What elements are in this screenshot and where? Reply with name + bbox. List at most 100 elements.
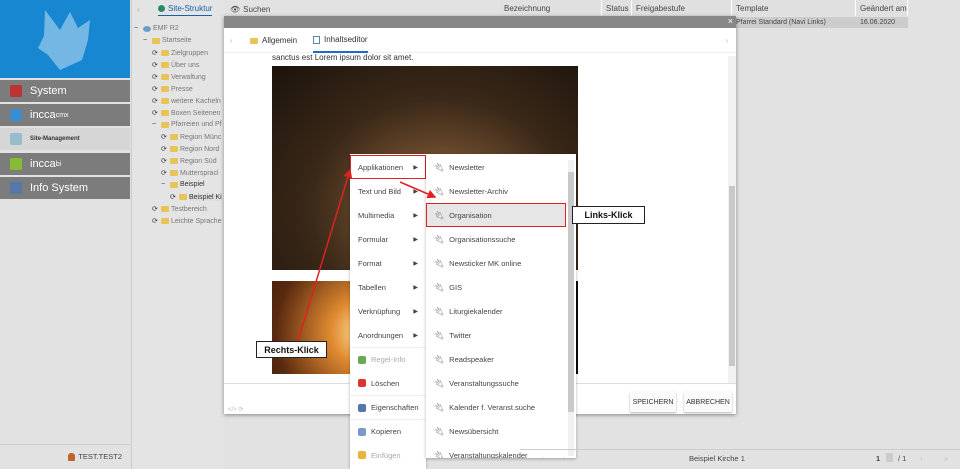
- tree-node[interactable]: ⟳ Mutterspracl: [161, 169, 219, 178]
- refresh-icon[interactable]: ⟳: [170, 193, 177, 201]
- tab-next-icon[interactable]: ›: [725, 28, 728, 53]
- tab-suchen[interactable]: 👁 Suchen: [230, 2, 270, 16]
- tree-node[interactable]: ⟳ Region Nord: [161, 145, 219, 154]
- refresh-icon[interactable]: ⟳: [161, 157, 168, 165]
- collapse-icon[interactable]: −: [134, 25, 141, 32]
- context-menu-item[interactable]: Format ▶: [350, 251, 426, 275]
- menu-item-icon: [358, 451, 366, 459]
- context-menu-item[interactable]: Formular ▶: [350, 227, 426, 251]
- context-menu-item[interactable]: Applikationen ▶: [350, 155, 426, 179]
- tree-node[interactable]: ⟳ Presse: [152, 85, 193, 94]
- tree-node[interactable]: ⟳ Boxen Seitenen: [152, 109, 220, 118]
- cell-template[interactable]: Pfarrei Standard (Navi Links): [736, 17, 856, 28]
- submenu-item[interactable]: 🔌︎ Readspeaker: [426, 347, 566, 371]
- col-bezeichnung[interactable]: Bezeichnung: [500, 0, 602, 16]
- context-menu-item[interactable]: Verknüpfung ▶: [350, 299, 426, 323]
- globe-icon: [143, 25, 151, 32]
- page-input[interactable]: 1: [876, 454, 880, 463]
- refresh-icon[interactable]: ⟳: [152, 109, 159, 117]
- plugin-icon: 🔌︎: [434, 450, 445, 459]
- submenu-item[interactable]: 🔌︎ Organisation: [426, 203, 566, 227]
- submenu-item[interactable]: 🔌︎ Newsticker MK online: [426, 251, 566, 275]
- refresh-icon[interactable]: ⟳: [152, 85, 159, 93]
- submenu-item[interactable]: 🔌︎ Newsletter: [426, 155, 566, 179]
- submenu-scrollbar[interactable]: [568, 160, 574, 456]
- submenu-item[interactable]: 🔌︎ Kalender f. Veranst.suche: [426, 395, 566, 419]
- refresh-icon[interactable]: ⟳: [152, 73, 159, 81]
- content-scrollbar[interactable]: [728, 56, 736, 383]
- tree-node[interactable]: ⟳ weitere Kacheln: [152, 97, 221, 106]
- refresh-icon[interactable]: ⟳: [152, 205, 159, 213]
- collapse-icon[interactable]: −: [143, 37, 150, 44]
- refresh-icon[interactable]: ⟳: [152, 217, 159, 225]
- collapse-icon[interactable]: −: [152, 121, 159, 128]
- context-menu-item[interactable]: Regel-Info: [350, 347, 426, 371]
- tab-inhaltseditor[interactable]: Inhaltseditor: [313, 28, 368, 53]
- refresh-icon[interactable]: ⟳: [161, 169, 168, 177]
- tree-node[interactable]: ⟳ Verwaltung: [152, 73, 206, 82]
- tree-tab-prev[interactable]: ‹: [137, 2, 140, 16]
- page-spinner[interactable]: [886, 453, 893, 462]
- folder-icon: [152, 37, 160, 44]
- tree-node[interactable]: ⟳ Über uns: [152, 61, 199, 70]
- refresh-icon[interactable]: ⟳: [152, 61, 159, 69]
- submenu-item[interactable]: 🔌︎ Veranstaltungssuche: [426, 371, 566, 395]
- tree-node[interactable]: − Pfarreien und Pf: [152, 121, 222, 128]
- tree-node[interactable]: − Beispiel: [161, 181, 205, 188]
- nav-incca-cmx[interactable]: incca cmx: [0, 104, 130, 126]
- tab-prev-icon[interactable]: ‹: [230, 28, 233, 53]
- plugin-icon: 🔌︎: [434, 186, 445, 196]
- tree-node[interactable]: ⟳ Region Süd: [161, 157, 217, 166]
- nav-site-management[interactable]: Site-Management: [0, 128, 130, 150]
- context-menu-item[interactable]: Kopieren: [350, 419, 426, 443]
- submenu-item[interactable]: 🔌︎ GIS: [426, 275, 566, 299]
- last-page-icon[interactable]: »: [944, 454, 948, 463]
- col-template[interactable]: Template: [732, 0, 856, 16]
- refresh-icon[interactable]: ⟳: [161, 133, 168, 141]
- plugin-icon: 🔌︎: [434, 282, 445, 292]
- tree-node[interactable]: ⟳ Testbereich: [152, 205, 207, 214]
- context-menu-item[interactable]: Multimedia ▶: [350, 203, 426, 227]
- context-menu-item[interactable]: Anordnungen ▶: [350, 323, 426, 347]
- submenu-item[interactable]: 🔌︎ Newsletter-Archiv: [426, 179, 566, 203]
- nav-incca-bi[interactable]: incca bi: [0, 153, 130, 175]
- refresh-icon[interactable]: ⟳: [152, 97, 159, 105]
- submenu-item[interactable]: 🔌︎ Organisationssuche: [426, 227, 566, 251]
- refresh-icon[interactable]: ⟳: [152, 49, 159, 57]
- submenu-item[interactable]: 🔌︎ Liturgiekalender: [426, 299, 566, 323]
- tree-node[interactable]: − EMF R2: [134, 25, 179, 32]
- nav-system[interactable]: System: [0, 80, 130, 102]
- context-menu-item[interactable]: Tabellen ▶: [350, 275, 426, 299]
- tab-allgemein[interactable]: Allgemein: [250, 28, 297, 53]
- tree-node[interactable]: ⟳ Beispiel Ki: [170, 193, 222, 201]
- first-page-icon[interactable]: «: [540, 454, 544, 463]
- plugin-icon: 🔌︎: [434, 426, 445, 436]
- next-page-icon[interactable]: ›: [920, 454, 923, 463]
- cancel-button[interactable]: ABBRECHEN: [684, 392, 732, 412]
- submenu-item[interactable]: 🔌︎ Newsübersicht: [426, 419, 566, 443]
- context-menu-item[interactable]: Löschen: [350, 371, 426, 395]
- tree-node[interactable]: ⟳ Leichte Sprache: [152, 217, 222, 226]
- site-icon: [10, 133, 22, 145]
- save-button[interactable]: SPEICHERN: [630, 392, 676, 412]
- col-status[interactable]: Status: [602, 0, 632, 16]
- tree-node[interactable]: − Startseite: [143, 37, 192, 44]
- plugin-icon: 🔌︎: [434, 234, 445, 244]
- context-menu-item[interactable]: Text und Bild ▶: [350, 179, 426, 203]
- tree-node[interactable]: ⟳ Zielgruppen: [152, 49, 208, 58]
- tree-node[interactable]: ⟳ Region Münc: [161, 133, 221, 142]
- nav-info-system[interactable]: Info System: [0, 177, 130, 199]
- code-icon[interactable]: </> ⟳: [228, 406, 243, 413]
- submenu-item[interactable]: 🔌︎ Twitter: [426, 323, 566, 347]
- col-geaendert[interactable]: Geändert am: [856, 0, 908, 16]
- prev-page-icon[interactable]: ‹: [562, 454, 565, 463]
- tab-site-struktur[interactable]: Site-Struktur: [158, 2, 213, 16]
- close-icon[interactable]: ×: [728, 16, 733, 26]
- context-menu-item[interactable]: Einfügen: [350, 443, 426, 467]
- folder-icon: [161, 86, 169, 92]
- cell-changed[interactable]: 16.06.2020: [856, 17, 908, 28]
- collapse-icon[interactable]: −: [161, 181, 168, 188]
- refresh-icon[interactable]: ⟳: [161, 145, 168, 153]
- col-freigabestufe[interactable]: Freigabestufe: [632, 0, 732, 16]
- context-menu-item[interactable]: Eigenschaften: [350, 395, 426, 419]
